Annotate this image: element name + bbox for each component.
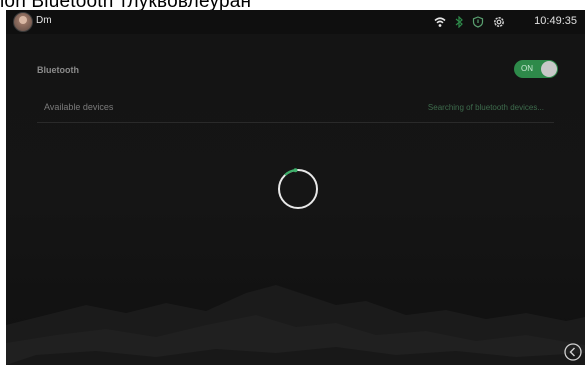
bluetooth-icon xyxy=(455,16,463,28)
status-clock: 10:49:35 xyxy=(534,15,577,27)
status-icons xyxy=(434,14,505,30)
searching-status: Searching of bluetooth devices... xyxy=(427,103,544,112)
page-caption: ion Bluetooth тлуквовлеуран xyxy=(0,0,252,12)
toggle-state-label: ON xyxy=(521,64,533,73)
loading-spinner-icon xyxy=(278,168,318,209)
avatar[interactable] xyxy=(13,12,33,32)
available-devices-row: Available devices Searching of bluetooth… xyxy=(37,96,554,123)
status-bar: Dm 10:49:35 xyxy=(6,10,585,34)
bluetooth-toggle[interactable]: ON xyxy=(514,60,558,78)
back-icon[interactable] xyxy=(564,343,582,361)
device-screen: Dm 10:49:35 Bluetooth ON Available devic… xyxy=(6,10,585,365)
wifi-icon xyxy=(434,17,446,27)
available-devices-label: Available devices xyxy=(44,102,114,112)
username-label: Dm xyxy=(36,15,52,26)
shield-icon xyxy=(472,16,484,28)
toggle-knob xyxy=(541,61,557,77)
settings-icon xyxy=(494,17,504,27)
mountain-wallpaper xyxy=(6,285,585,365)
bluetooth-label: Bluetooth xyxy=(37,65,79,75)
